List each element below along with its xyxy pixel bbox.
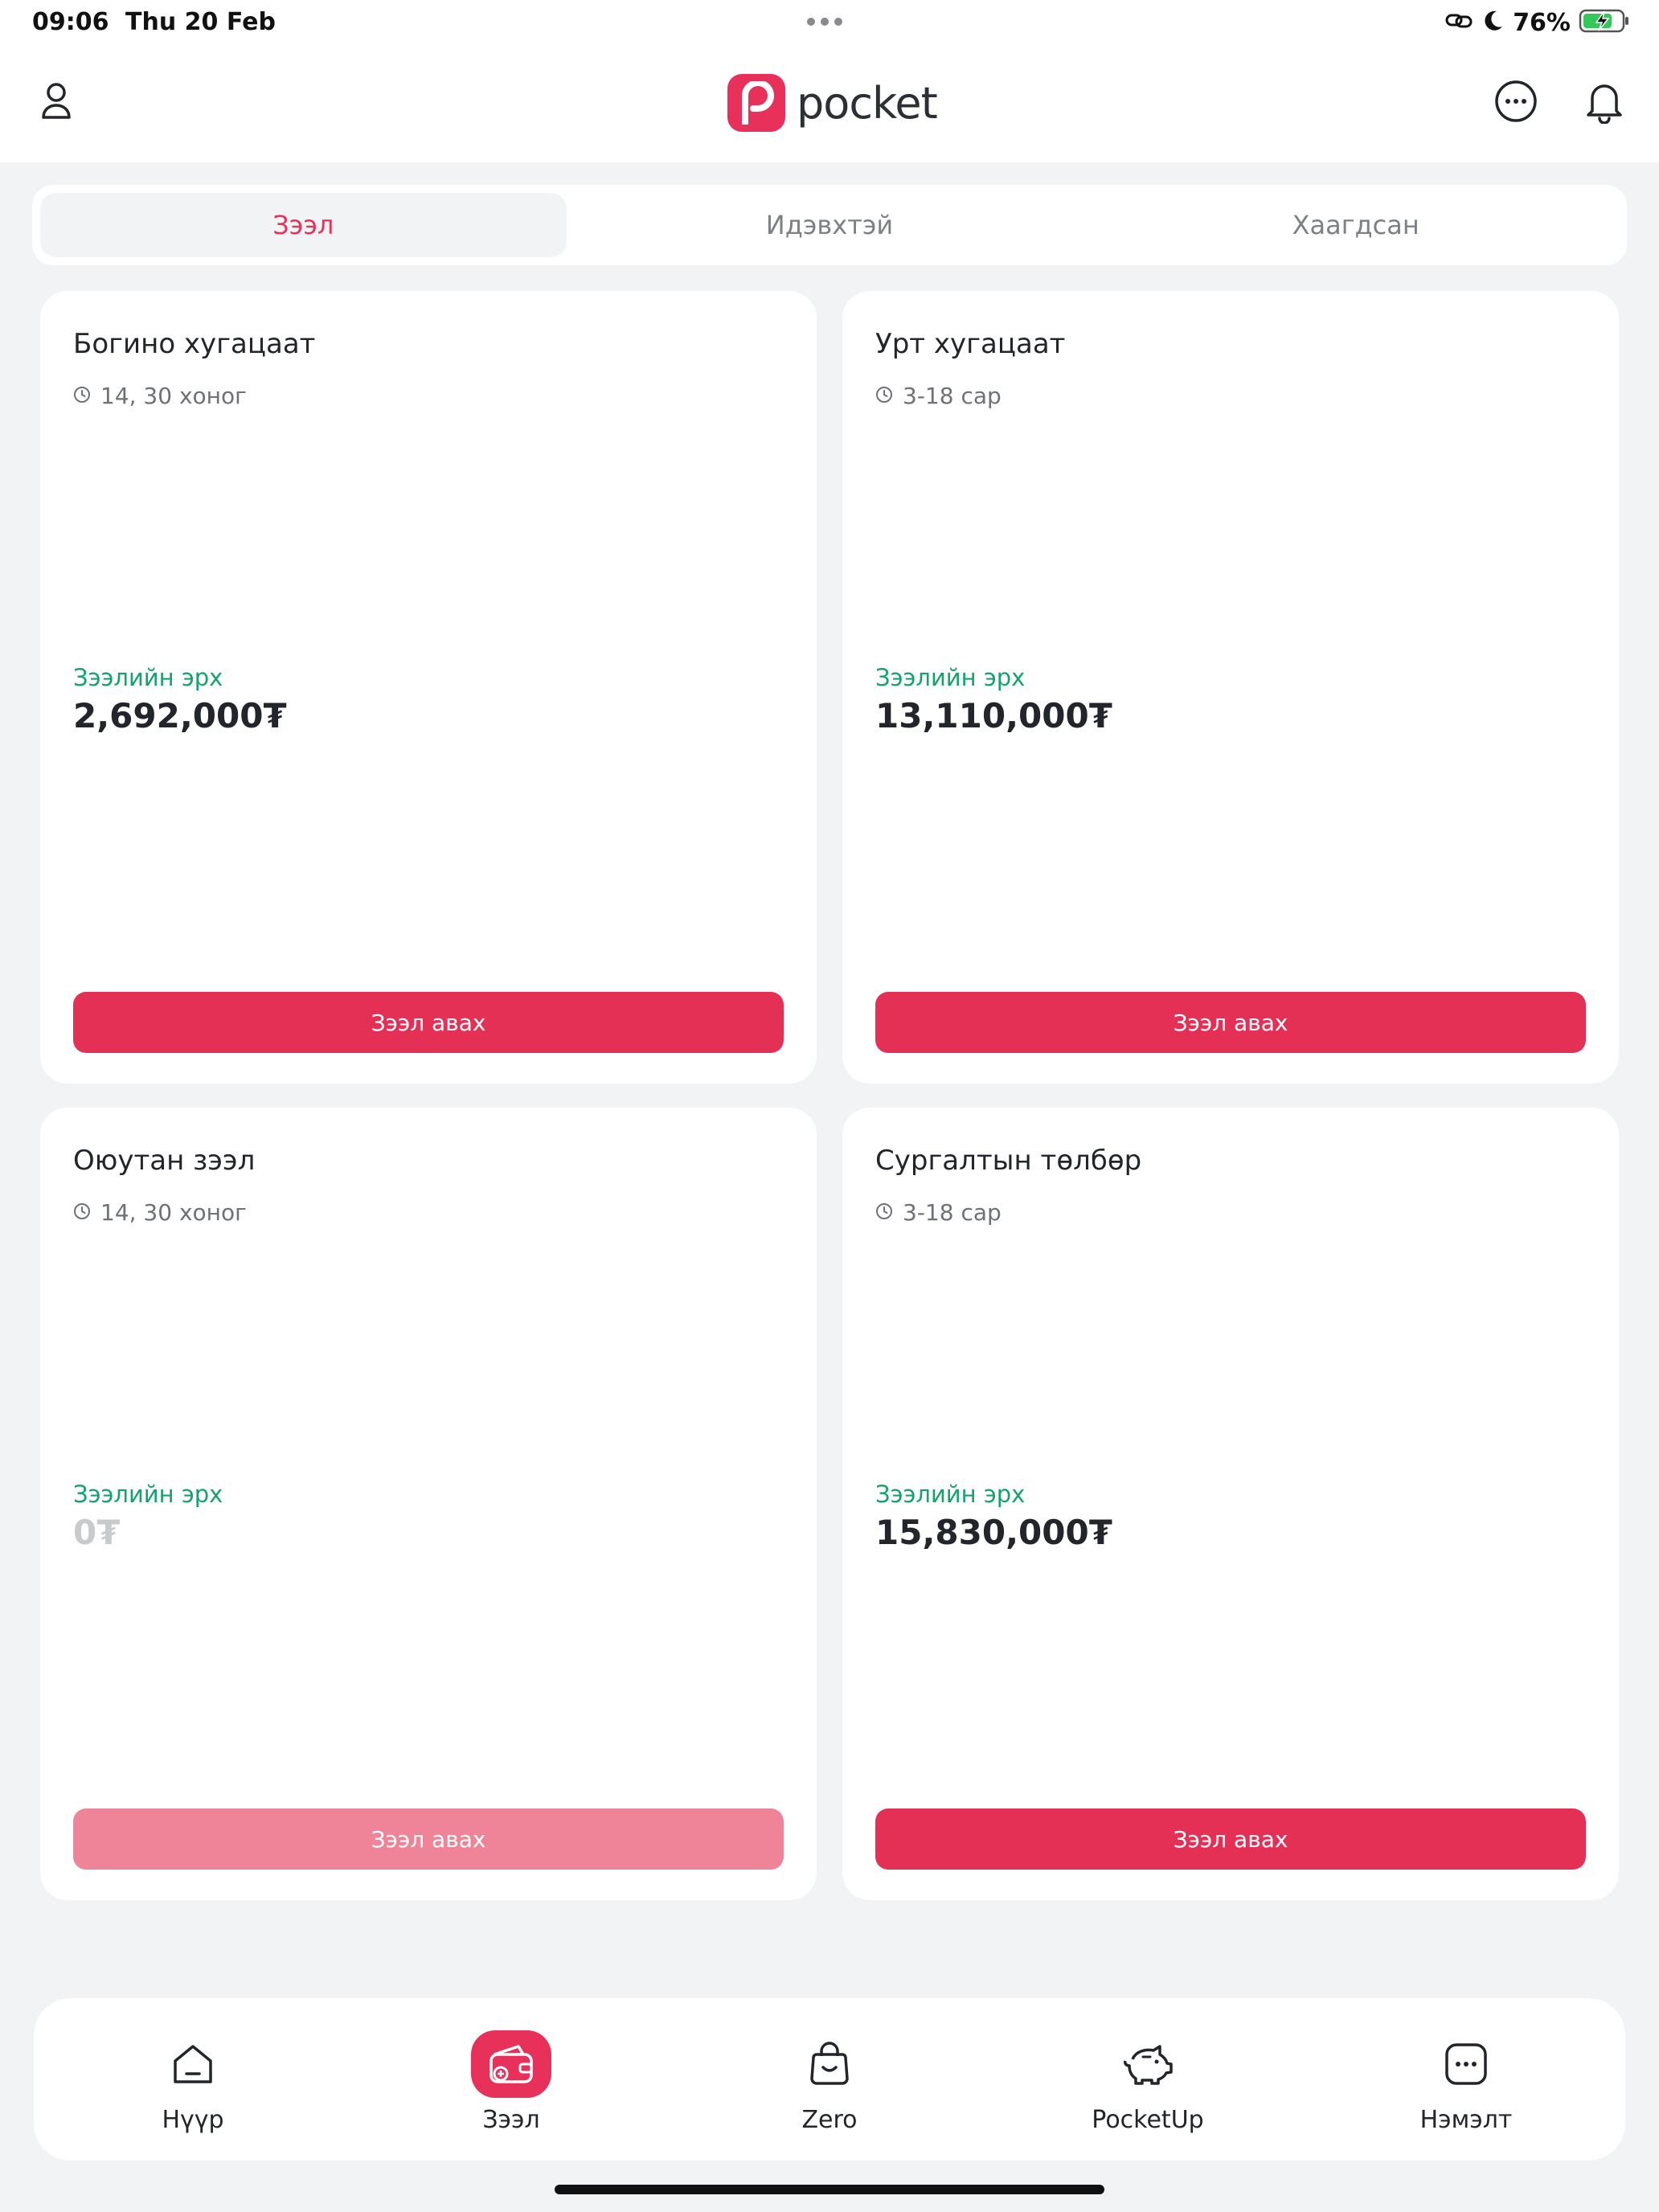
nav-label: Зээл	[482, 2106, 540, 2134]
card-term-text: 14, 30 хоног	[100, 1199, 247, 1226]
clock-icon	[73, 1199, 91, 1226]
loan-tabs: Зээл Идэвхтэй Хаагдсан	[32, 185, 1627, 265]
bag-icon	[789, 2030, 870, 2098]
nav-label: Нүүр	[162, 2106, 224, 2134]
wallet-icon	[471, 2030, 551, 2098]
user-icon[interactable]	[32, 77, 80, 125]
piggy-bank-icon	[1108, 2030, 1188, 2098]
card-term: 3-18 сар	[875, 383, 1002, 409]
logo-text: pocket	[797, 77, 938, 129]
multitasking-dots-icon[interactable]	[807, 18, 842, 26]
clock-icon	[875, 383, 893, 409]
home-icon	[153, 2030, 233, 2098]
nav-item-home[interactable]: Нүүр	[34, 1998, 352, 2161]
card-limit-value: 13,110,000₮	[875, 696, 1112, 735]
status-time: 09:06	[32, 8, 109, 36]
status-bar: 09:06 Thu 20 Feb 76%	[0, 0, 1659, 48]
card-term-text: 3-18 сар	[903, 383, 1002, 409]
battery-percent: 76%	[1513, 8, 1571, 37]
pocket-logo-icon	[727, 74, 785, 132]
nav-label: Zero	[801, 2106, 858, 2134]
home-indicator[interactable]	[555, 2185, 1104, 2194]
get-loan-button[interactable]: Зээл авах	[73, 1809, 784, 1870]
get-loan-button[interactable]: Зээл авах	[875, 992, 1586, 1053]
card-limit-label: Зээлийн эрх	[875, 664, 1026, 691]
tab-loan[interactable]: Зээл	[40, 193, 567, 257]
card-term-text: 3-18 сар	[903, 1199, 1002, 1226]
card-title: Урт хугацаат	[875, 328, 1066, 360]
more-icon[interactable]	[1492, 77, 1540, 125]
card-limit-value: 2,692,000₮	[73, 696, 287, 735]
clock-icon	[73, 383, 91, 409]
card-title: Оюутан зээл	[73, 1145, 256, 1177]
nav-item-more[interactable]: Нэмэлт	[1307, 1998, 1625, 2161]
card-limit-label: Зээлийн эрх	[73, 1481, 223, 1508]
nav-item-pocketup[interactable]: PocketUp	[989, 1998, 1307, 2161]
card-limit-value: 0₮	[73, 1513, 121, 1552]
card-limit-value: 15,830,000₮	[875, 1513, 1112, 1552]
app-header: pocket	[0, 48, 1659, 162]
more-square-icon	[1426, 2030, 1506, 2098]
tab-active[interactable]: Идэвхтэй	[567, 193, 1093, 257]
loan-card-tuition: Сургалтын төлбөр 3-18 сар Зээлийн эрх 15…	[842, 1108, 1619, 1900]
nav-label: PocketUp	[1092, 2106, 1204, 2134]
nav-item-loan[interactable]: Зээл	[352, 1998, 670, 2161]
moon-icon	[1482, 9, 1505, 36]
pocket-logo: pocket	[727, 72, 938, 133]
card-title: Сургалтын төлбөр	[875, 1145, 1142, 1177]
nav-label: Нэмэлт	[1419, 2106, 1513, 2134]
tab-closed[interactable]: Хаагдсан	[1092, 193, 1619, 257]
nav-item-zero[interactable]: Zero	[670, 1998, 989, 2161]
card-title: Богино хугацаат	[73, 328, 316, 360]
clock-icon	[875, 1199, 893, 1226]
loan-card-student: Оюутан зээл 14, 30 хоног Зээлийн эрх 0₮ …	[40, 1108, 817, 1900]
get-loan-button[interactable]: Зээл авах	[73, 992, 784, 1053]
card-term: 3-18 сар	[875, 1199, 1002, 1226]
status-indicators: 76%	[1445, 6, 1630, 39]
card-limit-label: Зээлийн эрх	[875, 1481, 1026, 1508]
card-limit-label: Зээлийн эрх	[73, 664, 223, 691]
bottom-navigation: Нүүр Зээл Zero PocketUp Нэмэлт	[34, 1998, 1625, 2161]
card-term-text: 14, 30 хоног	[100, 383, 247, 409]
link-icon	[1445, 9, 1474, 36]
loan-card-short-term: Богино хугацаат 14, 30 хоног Зээлийн эрх…	[40, 291, 817, 1083]
card-term: 14, 30 хоног	[73, 383, 247, 409]
bell-icon[interactable]	[1580, 77, 1628, 125]
get-loan-button[interactable]: Зээл авах	[875, 1809, 1586, 1870]
status-date: Thu 20 Feb	[125, 8, 276, 36]
battery-charging-icon	[1579, 8, 1630, 37]
card-term: 14, 30 хоног	[73, 1199, 247, 1226]
loan-card-long-term: Урт хугацаат 3-18 сар Зээлийн эрх 13,110…	[842, 291, 1619, 1083]
